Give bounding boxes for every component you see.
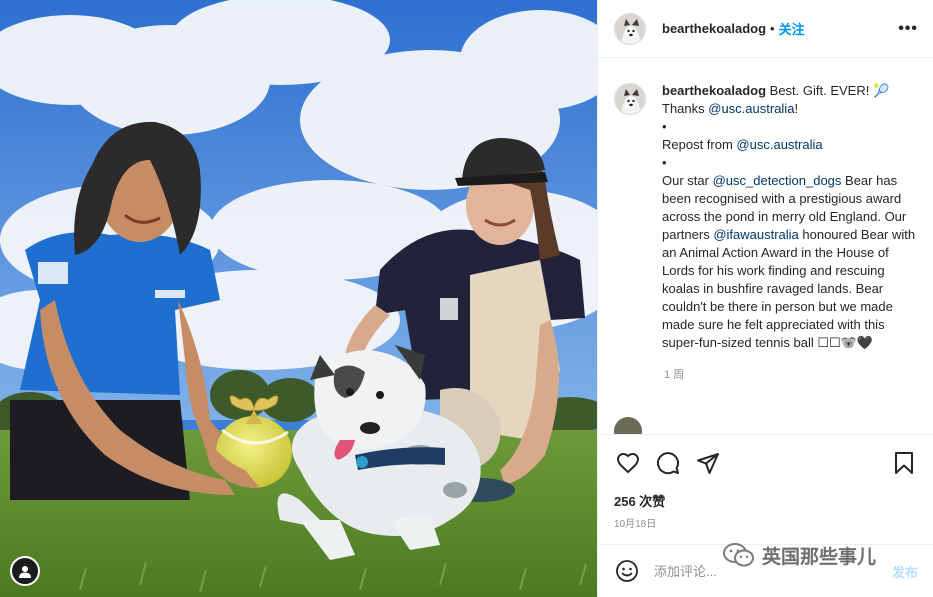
bookmark-icon[interactable] xyxy=(890,449,918,477)
caption-bullet: • xyxy=(662,119,667,134)
caption-repost-text: Repost from xyxy=(662,137,737,152)
mention-link[interactable]: @usc.australia xyxy=(708,101,794,116)
mention-link[interactable]: @usc_detection_dogs xyxy=(713,173,842,188)
caption-body-text: honoured Bear with an Animal Action Awar… xyxy=(662,227,916,350)
comment-icon[interactable] xyxy=(654,449,682,477)
action-icon-row xyxy=(614,449,918,477)
caption-row: bearthekoaladog Best. Gift. EVER! 🎾 Than… xyxy=(614,82,918,352)
caption-body-text: Our star xyxy=(662,173,713,188)
author-username[interactable]: bearthekoaladog xyxy=(662,21,766,36)
comment-input[interactable] xyxy=(654,563,892,579)
post-comment-button[interactable]: 发布 xyxy=(892,562,918,581)
send-icon[interactable] xyxy=(694,449,722,477)
post-sidebar: bearthekoaladog • 关注 ••• bearthekoaladog… xyxy=(597,0,933,597)
mention-link[interactable]: @usc.australia xyxy=(736,137,822,152)
post-date: 10月18日 xyxy=(614,519,657,530)
heart-icon[interactable] xyxy=(614,449,642,477)
commenter-avatar[interactable] xyxy=(614,417,642,434)
caption-username[interactable]: bearthekoaladog xyxy=(662,83,766,98)
photo-illustration xyxy=(0,0,597,597)
post-actions: 256 次赞 10月18日 xyxy=(598,434,933,544)
more-icon[interactable]: ••• xyxy=(898,20,918,38)
caption-bullet: • xyxy=(662,155,667,170)
author-avatar[interactable] xyxy=(614,12,646,45)
caption-timestamp: 1 周 xyxy=(664,369,685,381)
post-header: bearthekoaladog • 关注 ••• xyxy=(598,0,933,58)
comments-section: bearthekoaladog Best. Gift. EVER! 🎾 Than… xyxy=(598,58,933,434)
next-comment-peek xyxy=(614,417,914,434)
post-caption: bearthekoaladog Best. Gift. EVER! 🎾 Than… xyxy=(662,82,918,352)
caption-author-avatar[interactable] xyxy=(614,83,646,115)
smiley-icon[interactable] xyxy=(614,558,640,584)
header-separator: • xyxy=(770,21,775,36)
mention-link[interactable]: @ifawaustralia xyxy=(713,227,798,242)
caption-thanks: Thanks xyxy=(662,101,709,116)
like-count[interactable]: 256 次赞 xyxy=(614,491,665,510)
comment-composer: 发布 xyxy=(598,544,933,597)
post-photo[interactable] xyxy=(0,0,597,597)
tagged-user-icon[interactable] xyxy=(10,556,40,586)
caption-emoji: ☐☐🐨🖤 xyxy=(817,335,874,350)
follow-button[interactable]: 关注 xyxy=(779,19,805,38)
caption-punct: ! xyxy=(794,101,799,116)
caption-line1: Best. Gift. EVER! 🎾 xyxy=(766,83,890,98)
